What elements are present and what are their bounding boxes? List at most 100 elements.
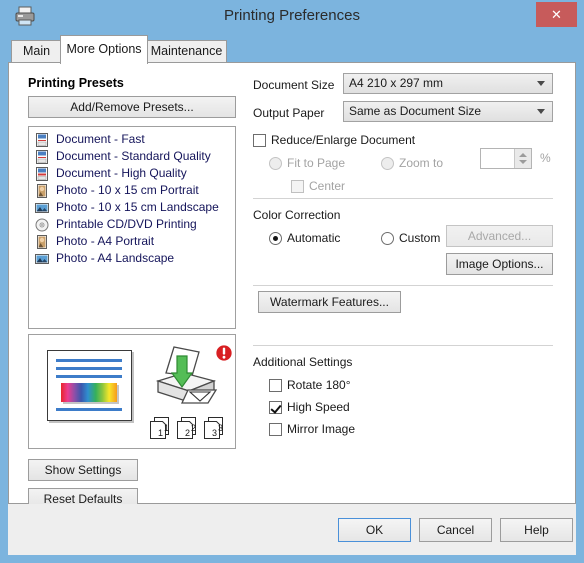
spinner-buttons[interactable]: [514, 149, 531, 168]
document-icon: [35, 150, 49, 164]
document-icon: [35, 133, 49, 147]
window-title: Printing Preferences: [224, 7, 360, 24]
radio-box: [381, 157, 394, 170]
list-item-label: Document - High Quality: [56, 166, 187, 180]
print-preview-panel: 11 22 33: [28, 334, 236, 449]
advanced-button: Advanced...: [446, 225, 553, 247]
zoom-to-radio: Zoom to: [381, 156, 443, 170]
list-item[interactable]: Printable CD/DVD Printing: [29, 216, 235, 233]
output-paper-label: Output Paper: [253, 106, 325, 120]
printing-presets-heading: Printing Presets: [28, 76, 124, 90]
document-size-dropdown[interactable]: A4 210 x 297 mm: [343, 73, 553, 94]
fit-to-page-label: Fit to Page: [287, 156, 346, 170]
photo-landscape-icon: [35, 252, 49, 266]
presets-list[interactable]: Document - Fast Document - Standard Qual…: [28, 126, 236, 329]
svg-text:2: 2: [191, 423, 196, 433]
reduce-enlarge-checkbox[interactable]: Reduce/Enlarge Document: [253, 133, 415, 147]
document-high-icon: [35, 167, 49, 181]
list-item-label: Photo - A4 Landscape: [56, 251, 175, 265]
spinner-down-icon[interactable]: [519, 160, 527, 164]
radio-box: [269, 232, 282, 245]
rotate-180-checkbox[interactable]: Rotate 180°: [269, 378, 351, 392]
checkbox-box: [253, 134, 266, 147]
list-item[interactable]: Document - High Quality: [29, 165, 235, 182]
list-item-label: Photo - A4 Portrait: [56, 234, 155, 248]
high-speed-checkbox[interactable]: High Speed: [269, 400, 350, 414]
chevron-down-icon: [537, 109, 545, 114]
list-item-label: Document - Standard Quality: [56, 149, 211, 163]
list-item-label: Photo - 10 x 15 cm Landscape: [56, 200, 219, 214]
list-item-label: Printable CD/DVD Printing: [56, 217, 197, 231]
divider: [253, 198, 553, 199]
printer-illustration: [144, 343, 224, 413]
tab-strip: Main More Options Maintenance: [8, 32, 576, 64]
cancel-button[interactable]: Cancel: [419, 518, 492, 542]
zoom-value-spinner[interactable]: [480, 148, 532, 169]
list-item[interactable]: Document - Standard Quality: [29, 148, 235, 165]
list-item-label: Photo - 10 x 15 cm Portrait: [56, 183, 199, 197]
dialog-footer: OK Cancel Help: [8, 504, 576, 555]
output-paper-value: Same as Document Size: [349, 104, 482, 118]
photo-landscape-icon: [35, 201, 49, 215]
center-label: Center: [309, 179, 346, 193]
page-thumbnails: 11 22 33: [148, 415, 234, 443]
zoom-to-label: Zoom to: [399, 156, 444, 170]
checkbox-box: [269, 401, 282, 414]
reduce-enlarge-label: Reduce/Enlarge Document: [271, 133, 416, 147]
percent-label: %: [540, 151, 551, 165]
checkbox-box: [269, 379, 282, 392]
ok-button[interactable]: OK: [338, 518, 411, 542]
tab-more-options[interactable]: More Options: [60, 35, 148, 64]
tab-page-more-options: Printing Presets Add/Remove Presets... D…: [8, 62, 576, 510]
list-item[interactable]: Photo - A4 Landscape: [29, 250, 235, 267]
svg-text:3: 3: [212, 428, 217, 438]
list-item[interactable]: Document - Fast: [29, 131, 235, 148]
document-size-label: Document Size: [253, 78, 335, 92]
color-gradient-bar: [61, 383, 117, 402]
checkbox-box: [269, 423, 282, 436]
mirror-image-label: Mirror Image: [287, 422, 356, 436]
high-speed-label: High Speed: [287, 400, 350, 414]
chevron-down-icon: [537, 81, 545, 86]
list-item[interactable]: Photo - A4 Portrait: [29, 233, 235, 250]
warning-icon: [215, 344, 233, 362]
close-button[interactable]: ✕: [536, 2, 577, 27]
photo-portrait-icon: [35, 235, 49, 249]
title-bar: Printing Preferences ✕: [0, 0, 584, 32]
svg-text:3: 3: [218, 423, 223, 433]
mirror-image-checkbox[interactable]: Mirror Image: [269, 422, 355, 436]
svg-text:2: 2: [185, 428, 190, 438]
printing-preferences-window: Printing Preferences ✕ Main More Options…: [0, 0, 584, 563]
additional-settings-label: Additional Settings: [253, 355, 353, 369]
document-size-value: A4 210 x 297 mm: [349, 76, 444, 90]
center-checkbox: Center: [291, 179, 345, 193]
divider: [253, 285, 553, 286]
color-correction-label: Color Correction: [253, 208, 341, 222]
document-preview: [47, 350, 132, 421]
automatic-label: Automatic: [287, 231, 341, 245]
fit-to-page-radio: Fit to Page: [269, 156, 345, 170]
radio-box: [381, 232, 394, 245]
list-item[interactable]: Photo - 10 x 15 cm Portrait: [29, 182, 235, 199]
automatic-radio[interactable]: Automatic: [269, 231, 340, 245]
help-button[interactable]: Help: [500, 518, 573, 542]
list-item[interactable]: Photo - 10 x 15 cm Landscape: [29, 199, 235, 216]
rotate-180-label: Rotate 180°: [287, 378, 351, 392]
image-options-button[interactable]: Image Options...: [446, 253, 553, 275]
show-settings-button[interactable]: Show Settings: [28, 459, 138, 481]
watermark-features-button[interactable]: Watermark Features...: [258, 291, 401, 313]
photo-portrait-icon: [35, 184, 49, 198]
spinner-up-icon[interactable]: [519, 153, 527, 157]
divider: [253, 345, 553, 346]
tab-main[interactable]: Main: [11, 40, 62, 63]
list-item-label: Document - Fast: [56, 132, 145, 146]
svg-text:1: 1: [164, 423, 169, 433]
custom-radio[interactable]: Custom: [381, 231, 440, 245]
output-paper-dropdown[interactable]: Same as Document Size: [343, 101, 553, 122]
custom-label: Custom: [399, 231, 441, 245]
cd-dvd-icon: [35, 218, 49, 232]
add-remove-presets-button[interactable]: Add/Remove Presets...: [28, 96, 236, 118]
checkbox-box: [291, 180, 304, 193]
tab-maintenance[interactable]: Maintenance: [146, 40, 227, 63]
radio-box: [269, 157, 282, 170]
